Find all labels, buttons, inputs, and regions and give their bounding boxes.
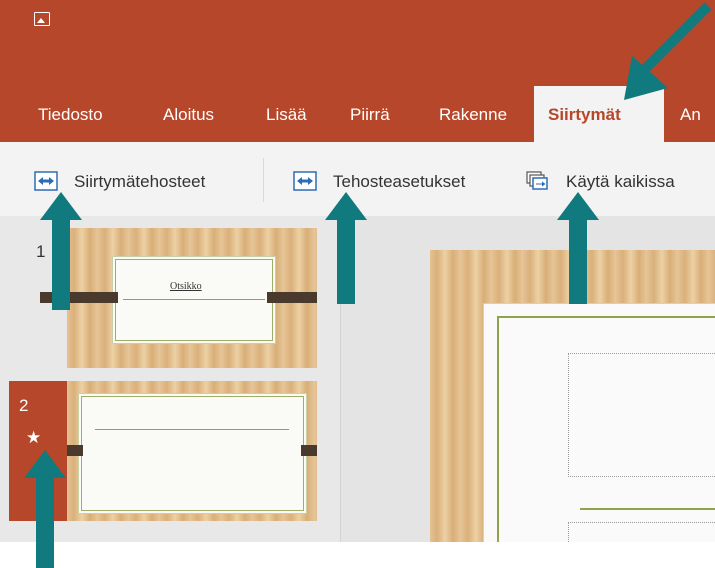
arrow-to-transitions-tab bbox=[624, 2, 712, 100]
slide-1-title: Otsikko bbox=[170, 281, 202, 292]
command-separator bbox=[263, 158, 264, 202]
tab-home[interactable]: Aloitus bbox=[163, 86, 214, 142]
transition-star-icon[interactable]: ★ bbox=[26, 428, 41, 448]
transition-slide-icon bbox=[34, 171, 58, 191]
slide-2-left-bar bbox=[67, 445, 83, 456]
arrow-to-apply-to-all-button bbox=[557, 192, 599, 304]
ribbon-tabs: Tiedosto Aloitus Lisää Piirrä Rakenne Si… bbox=[0, 86, 715, 142]
slide-2-card bbox=[81, 396, 304, 511]
app-picture-icon bbox=[34, 12, 50, 26]
slide-2-accent-line bbox=[95, 429, 289, 430]
tab-draw[interactable]: Piirrä bbox=[350, 86, 390, 142]
slide-thumbnail-2[interactable] bbox=[67, 381, 317, 521]
tab-file[interactable]: Tiedosto bbox=[38, 86, 103, 142]
slide-1-accent-line bbox=[123, 299, 265, 300]
title-bar: Tiedosto Aloitus Lisää Piirrä Rakenne Si… bbox=[0, 0, 715, 142]
effect-options-icon bbox=[293, 171, 317, 191]
arrow-to-transitions-button bbox=[40, 192, 82, 310]
main-slide-accent-line bbox=[580, 508, 715, 510]
arrow-to-transition-marker bbox=[24, 450, 66, 568]
transitions-label: Siirtymätehosteet bbox=[74, 172, 206, 191]
bottom-margin bbox=[0, 542, 715, 568]
arrow-to-effect-options-button bbox=[325, 192, 367, 304]
apply-to-all-icon bbox=[526, 171, 548, 190]
title-placeholder[interactable] bbox=[568, 353, 715, 477]
slide-1-title-card bbox=[115, 259, 273, 341]
slide-2-right-bar bbox=[301, 445, 317, 456]
slide-1-right-bar bbox=[267, 292, 317, 303]
tab-design[interactable]: Rakenne bbox=[439, 86, 507, 142]
tab-insert[interactable]: Lisää bbox=[266, 86, 307, 142]
slide-number-2: 2 bbox=[19, 396, 29, 415]
